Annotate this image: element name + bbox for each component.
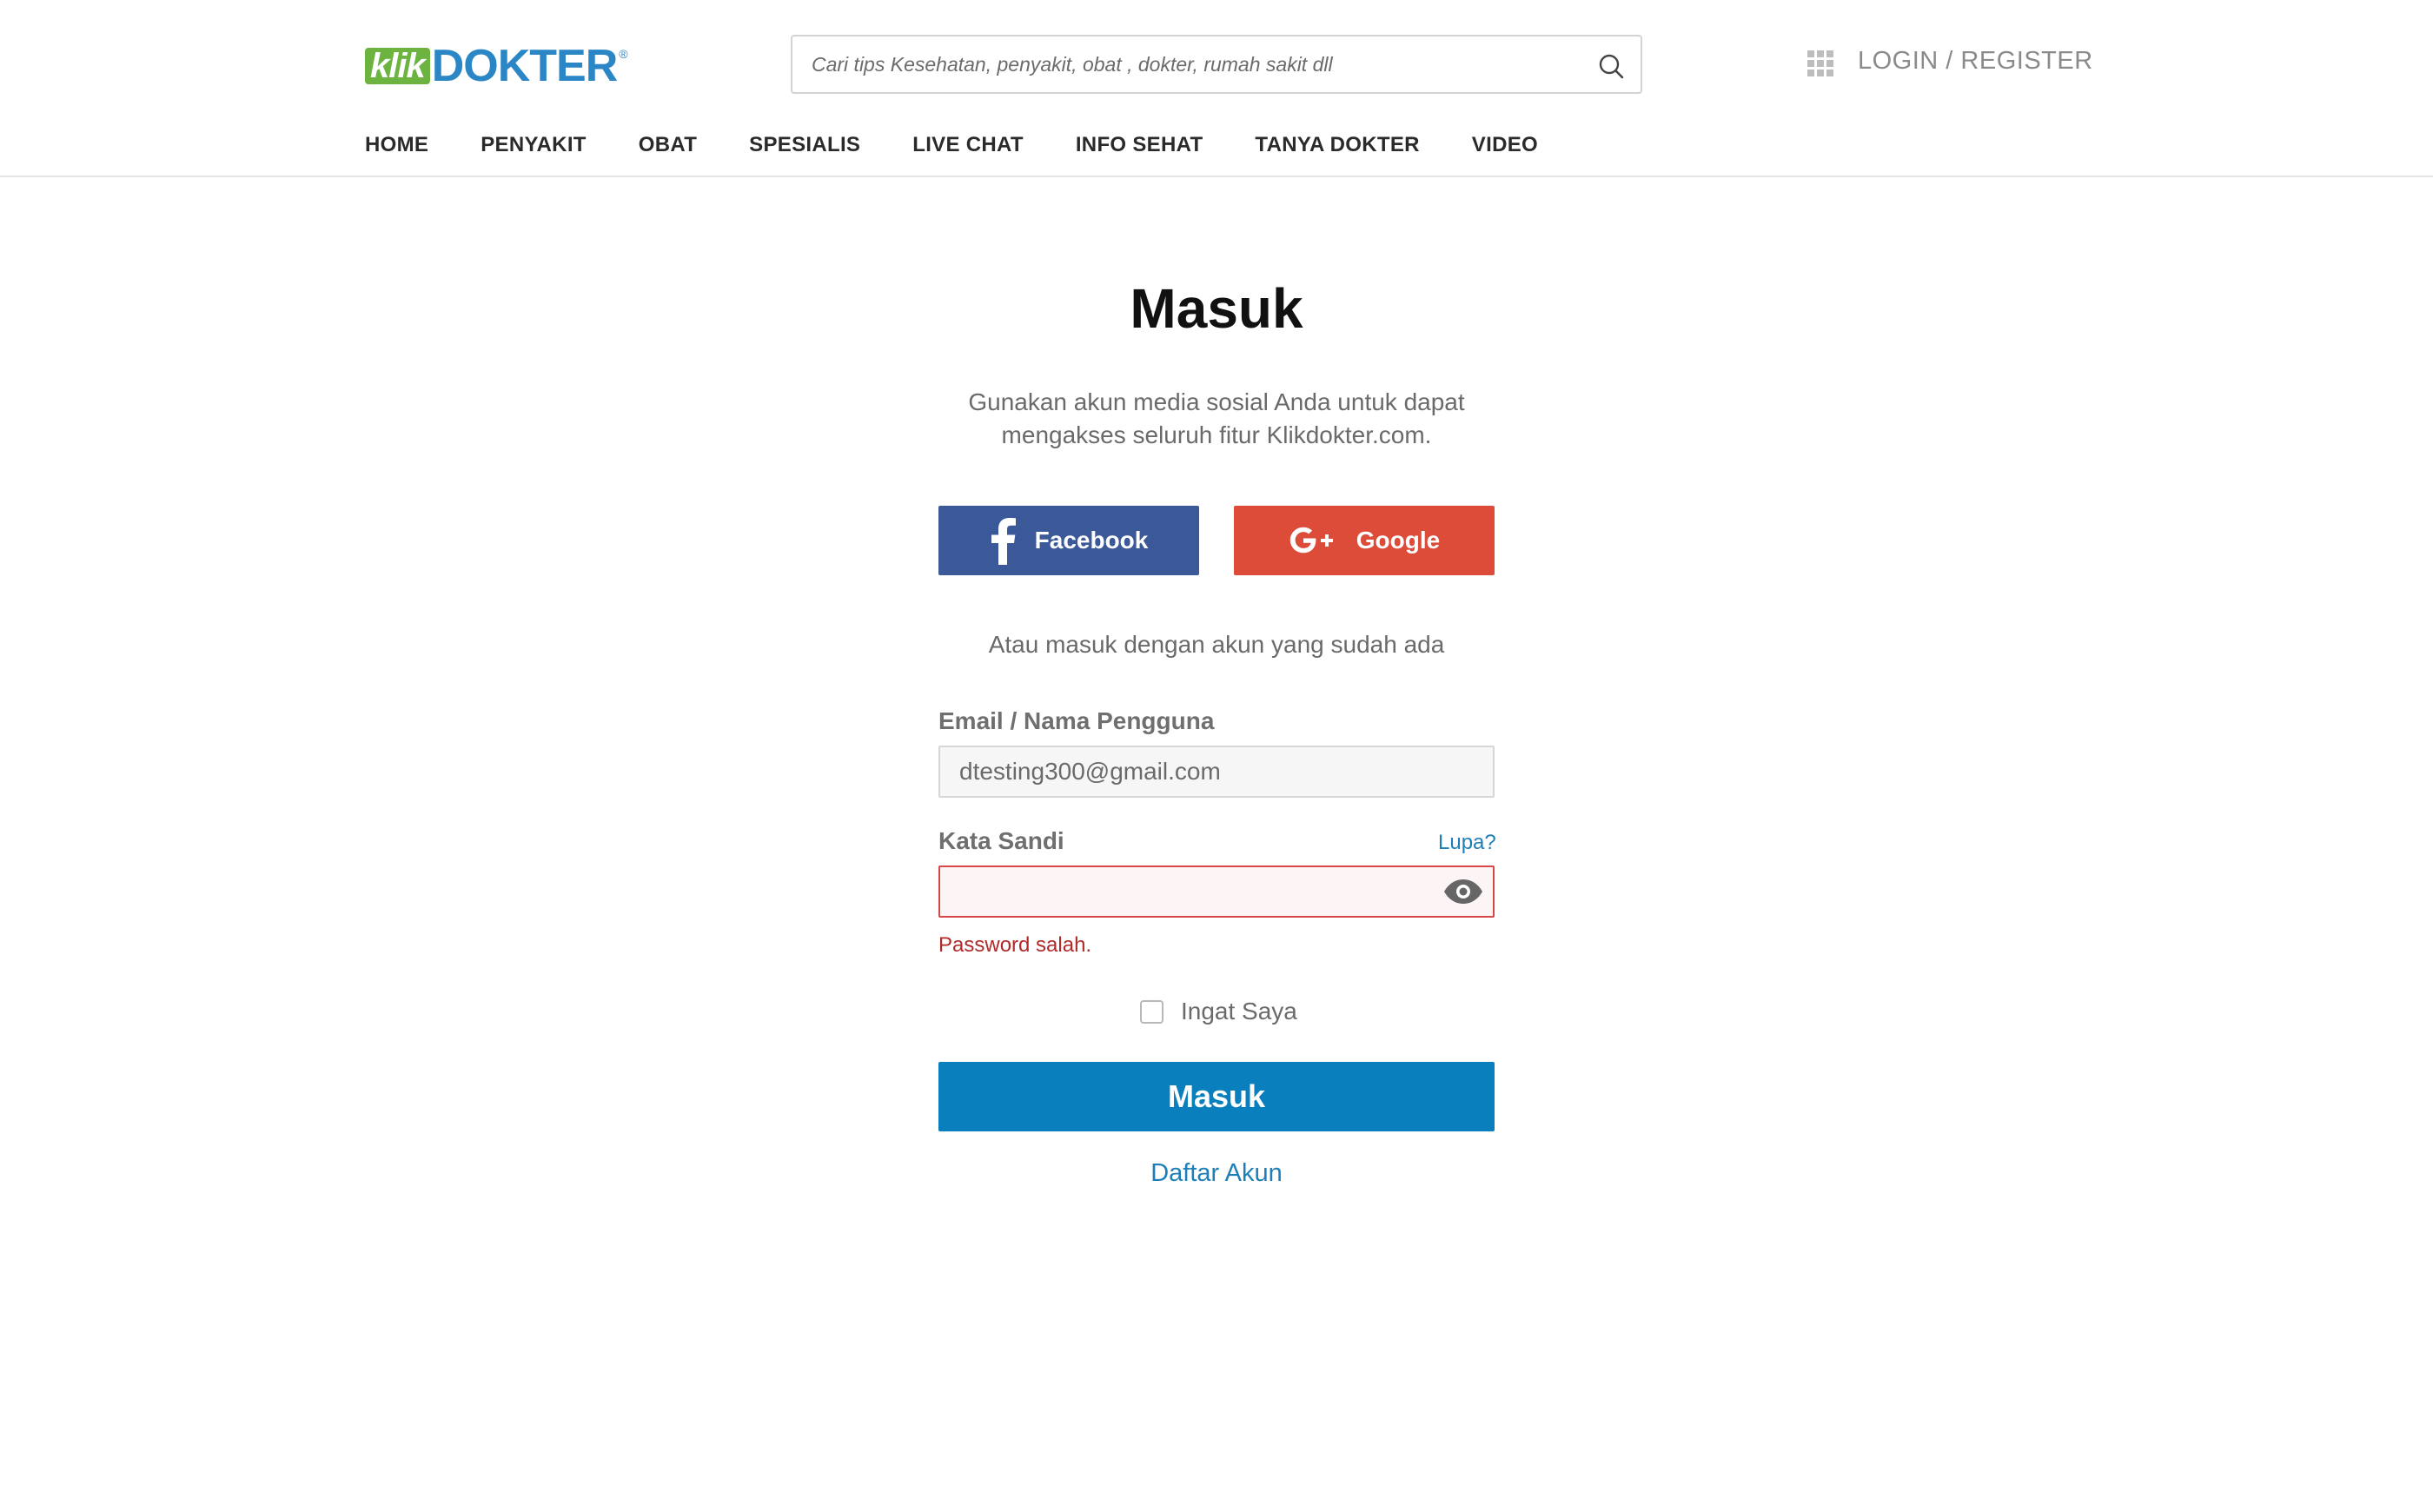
google-button-label: Google: [1356, 527, 1441, 554]
nav-item-video[interactable]: VIDEO: [1472, 133, 1538, 157]
search-box: [791, 35, 1642, 94]
klikdokter-logo[interactable]: klik DOKTER ®: [365, 41, 628, 91]
password-field-wrapper: [938, 865, 1495, 918]
google-plus-icon: [1289, 526, 1337, 555]
google-login-button[interactable]: Google: [1234, 506, 1495, 575]
register-link[interactable]: REGISTER: [1960, 47, 2092, 75]
facebook-login-button[interactable]: Facebook: [938, 506, 1199, 575]
password-input[interactable]: [940, 867, 1427, 916]
submit-login-button[interactable]: Masuk: [938, 1062, 1495, 1131]
search-icon[interactable]: [1597, 52, 1625, 80]
nav-item-obat[interactable]: OBAT: [639, 133, 697, 157]
login-subtitle: Gunakan akun media sosial Anda untuk dap…: [968, 388, 1465, 448]
logo-klik-text: klik: [365, 48, 430, 84]
login-register-link: LOGIN / REGISTER: [1858, 47, 2093, 76]
password-label: Kata Sandi: [938, 827, 1064, 854]
logo-registered-mark: ®: [619, 47, 628, 61]
nav-item-home[interactable]: HOME: [365, 133, 428, 157]
login-link[interactable]: LOGIN: [1858, 47, 1939, 75]
alternate-login-text: Atau masuk dengan akun yang sudah ada: [988, 631, 1445, 658]
logo-dokter-text: DOKTER: [431, 41, 619, 91]
show-password-eye-icon[interactable]: [1442, 878, 1484, 905]
nav-item-info-sehat[interactable]: INFO SEHAT: [1076, 133, 1203, 157]
email-label: Email / Nama Pengguna: [938, 707, 1215, 734]
remember-me-checkbox[interactable]: [1140, 999, 1163, 1024]
remember-me-label[interactable]: Ingat Saya: [1181, 998, 1297, 1025]
login-register-separator: /: [1938, 47, 1961, 75]
nav-item-spesialis[interactable]: SPESIALIS: [749, 133, 860, 157]
email-field-wrapper: [938, 746, 1495, 798]
main-nav: HOME PENYAKIT OBAT SPESIALIS LIVE CHAT I…: [365, 130, 1590, 160]
forgot-password-link[interactable]: Lupa?: [1438, 831, 1496, 855]
password-error-message: Password salah.: [938, 933, 1092, 957]
page-title: Masuk: [1130, 277, 1303, 340]
remember-me: Ingat Saya: [1140, 998, 1297, 1025]
nav-item-live-chat[interactable]: LIVE CHAT: [912, 133, 1024, 157]
nav-item-tanya-dokter[interactable]: TANYA DOKTER: [1255, 133, 1419, 157]
register-account-link[interactable]: Daftar Akun: [0, 1159, 2433, 1188]
email-input[interactable]: [940, 747, 1427, 796]
nav-item-penyakit[interactable]: PENYAKIT: [481, 133, 587, 157]
site-header: klik DOKTER ® LOGIN / REGISTER HOME PENY…: [0, 0, 2433, 177]
search-input[interactable]: [792, 36, 1574, 92]
facebook-icon: [990, 516, 1016, 565]
apps-grid-icon[interactable]: [1807, 50, 1833, 76]
facebook-button-label: Facebook: [1034, 527, 1149, 554]
